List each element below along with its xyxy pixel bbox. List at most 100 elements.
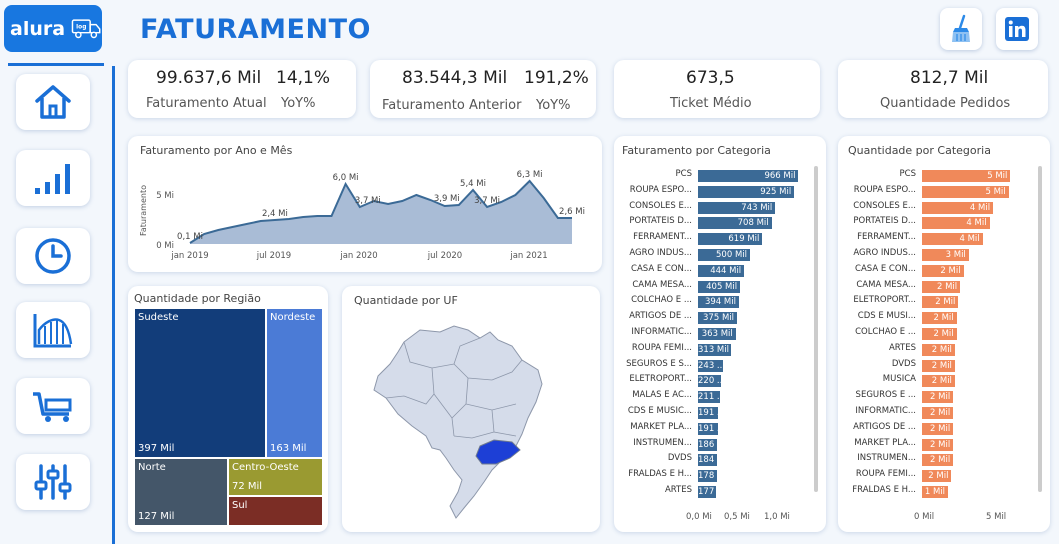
truck-icon xyxy=(33,392,72,422)
quantidade-bar-value: 3 Mil xyxy=(945,250,966,260)
faturamento-category-label: FRALDAS E H... xyxy=(628,469,692,480)
header-divider xyxy=(8,63,104,66)
quantidade-bar-value: 2 Mil xyxy=(928,471,949,482)
kpi-yoy-atual-label: YoY% xyxy=(281,96,316,111)
quantidade-category-label: CASA E CON... xyxy=(855,263,916,274)
kpi-yoy-atual-value: 14,1% xyxy=(276,68,331,88)
kpi-yoy-anterior-value: 191,2% xyxy=(524,68,589,88)
quantidade-bar-value: 5 Mil xyxy=(985,186,1006,197)
quantidade-bar-value: 1 Mil xyxy=(924,487,945,497)
faturamento-bar-value: 708 Mil xyxy=(737,218,769,229)
treemap-norte-label: Norte xyxy=(138,462,166,473)
faturamento-category-label: PCS xyxy=(675,169,692,179)
faturamento-category-label: MARKET PLA... xyxy=(630,421,692,432)
treemap-centro-oeste-label: Centro-Oeste xyxy=(232,462,299,473)
faturamento-bar-value: 184 ... xyxy=(698,455,717,466)
treemap-centro-oeste-value: 72 Mil xyxy=(232,481,263,492)
faturamento-category-label: SEGUROS E S... xyxy=(626,358,692,369)
kpi-card-quantidade-pedidos: 812,7 Mil Quantidade Pedidos xyxy=(838,60,1048,118)
nav-faturamento-button[interactable] xyxy=(16,150,90,206)
quantidade-category-label: CDS E MUSI... xyxy=(857,311,916,322)
faturamento-category-label: CONSOLES E... xyxy=(629,200,692,211)
faturamento-category-label: CAMA MESA... xyxy=(632,279,692,290)
kpi-quantidade-pedidos-value: 812,7 Mil xyxy=(910,68,989,88)
faturamento-category-label: PORTATEIS D... xyxy=(629,216,692,227)
kpi-quantidade-pedidos-label: Quantidade Pedidos xyxy=(880,96,1011,111)
brand-name: alura xyxy=(10,17,66,40)
quantidade-category-label: MUSICA xyxy=(882,374,916,385)
faturamento-bar-value: 743 Mil xyxy=(741,202,773,213)
line-data-label: 6,0 Mi xyxy=(333,173,359,183)
page-title: FATURAMENTO xyxy=(140,14,371,45)
treemap-centro-oeste[interactable]: Centro-Oeste 72 Mil xyxy=(228,458,323,496)
faturamento-bar-value: 220 ... xyxy=(698,376,721,387)
faturamento-bar-value: 191 ... xyxy=(698,423,718,434)
home-icon xyxy=(35,85,71,119)
qtd-xtick-0: 0 Mil xyxy=(914,512,935,522)
faturamento-category-label: CASA E CON... xyxy=(631,263,692,274)
treemap-nordeste[interactable]: Nordeste 163 Mil xyxy=(266,308,323,458)
quantidade-category-label: PCS xyxy=(899,169,916,179)
line-chart-svg[interactable]: Faturamento 5 Mi 0 Mi 0,1 Mi 2,4 Mi 6,0 Mi… xyxy=(128,136,602,272)
treemap-sudeste[interactable]: Sudeste 397 Mil xyxy=(134,308,266,458)
xtick-jan2019: jan 2019 xyxy=(170,251,208,261)
faturamento-category-label: CDS E MUSIC... xyxy=(627,406,692,416)
quantidade-category-label: INSTRUMEN... xyxy=(857,453,916,464)
quantidade-category-label: ARTIGOS DE ... xyxy=(853,421,916,432)
faturamento-category-label: ELETROPORT... xyxy=(629,374,692,385)
faturamento-category-label: INFORMATIC... xyxy=(631,327,692,337)
quantidade-bar-value: 2 Mil xyxy=(931,360,952,371)
quantidade-bar-value: 2 Mil xyxy=(931,376,952,387)
faturamento-category-label: FERRAMENT... xyxy=(633,232,692,243)
line-data-label: 3,7 Mi xyxy=(355,196,381,206)
nav-time-button[interactable] xyxy=(16,228,90,284)
faturamento-bar-value: 178 ... xyxy=(698,471,717,482)
treemap-norte[interactable]: Norte 127 Mil xyxy=(134,458,228,526)
nav-analysis-button[interactable] xyxy=(16,302,90,358)
area-chart-icon xyxy=(33,314,73,348)
quantidade-bar-value: 2 Mil xyxy=(930,439,951,450)
quantidade-scrollbar[interactable] xyxy=(1038,166,1042,492)
kpi-faturamento-atual-label: Faturamento Atual xyxy=(146,96,267,111)
quantidade-bar-value: 2 Mil xyxy=(933,329,954,339)
kpi-card-faturamento-anterior: 83.544,3 Mil Faturamento Anterior 191,2%… xyxy=(370,60,596,118)
kpi-ticket-medio-label: Ticket Médio xyxy=(670,96,752,111)
faturamento-categoria-title: Faturamento por Categoria xyxy=(622,144,771,157)
truck-logo-icon: log xyxy=(71,18,101,38)
faturamento-category-label: INSTRUMEN... xyxy=(633,437,692,448)
nav-home-button[interactable] xyxy=(16,74,90,130)
linkedin-icon xyxy=(1005,17,1029,41)
linkedin-button[interactable] xyxy=(996,8,1038,50)
faturamento-bar-value: 363 Mil xyxy=(701,329,733,339)
clear-filters-button[interactable] xyxy=(940,8,982,50)
treemap-sul[interactable]: Sul xyxy=(228,496,323,526)
sidebar-divider xyxy=(112,66,115,544)
nav-logistics-button[interactable] xyxy=(16,378,90,434)
quantidade-bar-value: 2 Mil xyxy=(930,455,951,466)
xtick-jul2020: jul 2020 xyxy=(427,251,462,261)
quantidade-bar-value: 2 Mil xyxy=(936,281,958,292)
kpi-faturamento-anterior-value: 83.544,3 Mil xyxy=(402,68,508,88)
nav-settings-button[interactable] xyxy=(16,454,90,510)
kpi-card-faturamento-atual: 99.637,6 Mil Faturamento Atual 14,1% YoY… xyxy=(128,60,356,118)
treemap-sudeste-label: Sudeste xyxy=(138,312,179,323)
quantidade-category-label: INFORMATIC... xyxy=(855,406,916,416)
clock-icon xyxy=(35,238,71,274)
quantidade-bar-value: 4 Mil xyxy=(959,234,980,245)
faturamento-bar-value: 619 Mil xyxy=(728,234,760,245)
bar-chart-icon xyxy=(35,164,70,194)
qtd-xtick-1: 5 Mil xyxy=(986,512,1007,522)
faturamento-bar-value: 394 Mil xyxy=(704,297,736,308)
faturamento-category-label: MALAS E AC... xyxy=(632,390,692,401)
treemap-sul-label: Sul xyxy=(232,500,248,511)
quantidade-bar-value: 2 Mil xyxy=(935,297,956,308)
faturamento-bar-value: 186 ... xyxy=(698,439,717,450)
faturamento-category-label: ARTIGOS DE ... xyxy=(629,311,692,322)
treemap-card: Quantidade por Região Sudeste 397 Mil No… xyxy=(128,286,328,532)
faturamento-scrollbar[interactable] xyxy=(814,166,818,492)
faturamento-bar-value: 375 Mil xyxy=(703,313,734,324)
brazil-map[interactable] xyxy=(342,286,600,532)
xtick-jul2019: jul 2019 xyxy=(256,251,291,261)
faturamento-bar-value: 925 Mil xyxy=(760,186,792,197)
line-data-label: 3,7 Mi xyxy=(474,196,500,206)
